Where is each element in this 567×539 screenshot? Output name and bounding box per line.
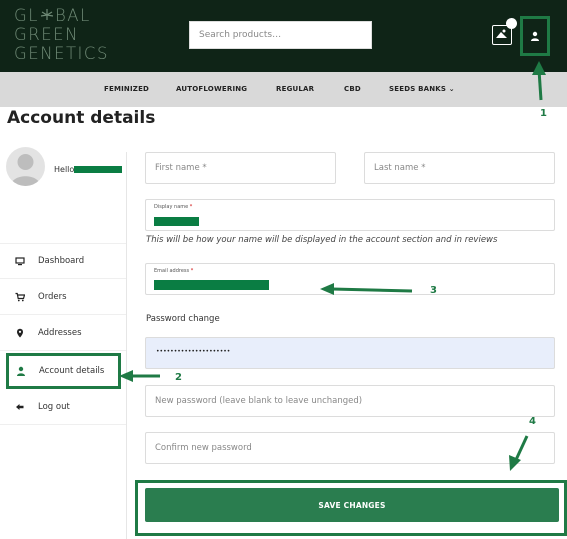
arrow-1-icon bbox=[532, 61, 546, 101]
arrow-3-icon bbox=[320, 283, 413, 295]
arrow-2-icon bbox=[119, 370, 160, 382]
annotation-arrows bbox=[119, 61, 546, 471]
annotation-label-1: 1 bbox=[540, 108, 547, 119]
arrow-4-icon bbox=[509, 435, 529, 471]
annotation-label-3: 3 bbox=[430, 285, 437, 296]
annotation-label-4: 4 bbox=[529, 416, 536, 427]
annotation-label-2: 2 bbox=[175, 372, 182, 383]
